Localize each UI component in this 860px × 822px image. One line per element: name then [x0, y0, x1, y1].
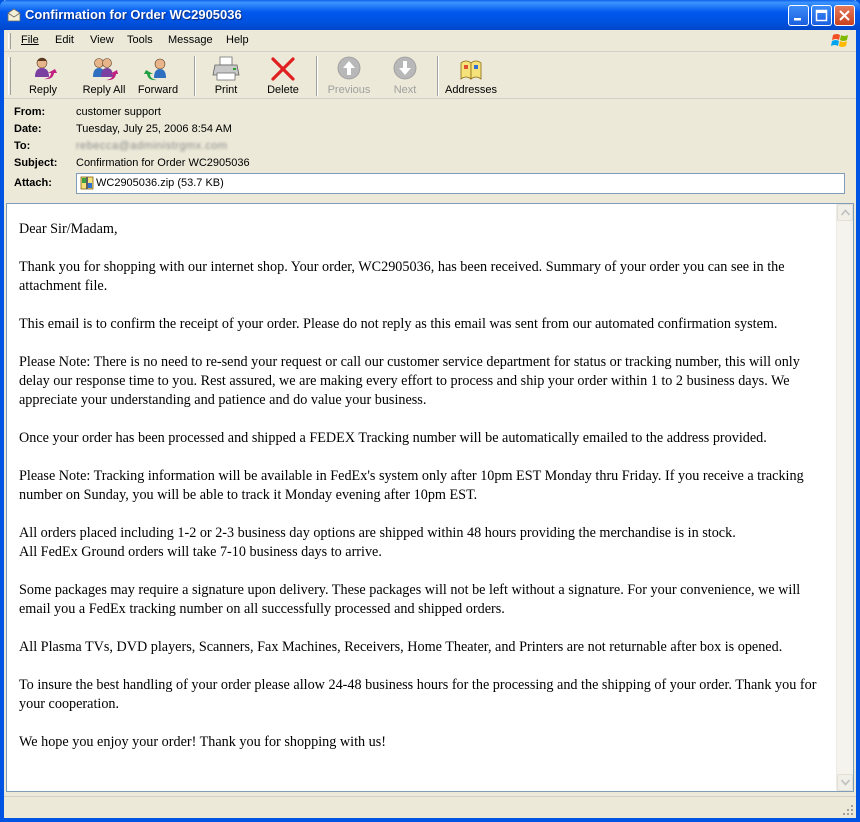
forward-icon — [144, 58, 166, 81]
toolbar-separator — [437, 56, 439, 96]
date-label: Date: — [14, 123, 42, 135]
menu-view[interactable]: View — [90, 34, 114, 46]
menu-view-label: View — [90, 34, 114, 46]
menu-message-label: Message — [168, 34, 213, 46]
delete-label: Delete — [267, 84, 299, 96]
reply-label: Reply — [28, 84, 58, 96]
from-label: From: — [14, 106, 46, 118]
resize-grip-icon[interactable] — [842, 804, 854, 816]
menu-edit-label: Edit — [55, 34, 74, 46]
menu-edit[interactable]: Edit — [55, 34, 74, 46]
message-body: Dear Sir/Madam, Thank you for shopping w… — [19, 220, 825, 771]
body-paragraph: Please Note: Tracking information will b… — [19, 468, 804, 503]
status-bar — [4, 796, 856, 818]
print-label: Print — [214, 84, 238, 96]
address-book-icon — [460, 60, 482, 80]
scroll-up-button[interactable] — [837, 204, 853, 221]
menu-tools-label: Tools — [127, 34, 153, 46]
previous-label: Previous — [327, 84, 371, 96]
body-paragraph: This email is to confirm the receipt of … — [19, 316, 778, 332]
to-label: To: — [14, 140, 31, 152]
message-window: Confirmation for Order WC2905036 File Ed… — [0, 0, 860, 822]
message-body-pane[interactable]: Dear Sir/Madam, Thank you for shopping w… — [6, 203, 854, 792]
delete-x-icon — [271, 57, 295, 81]
arrow-down-icon — [393, 56, 417, 80]
minimize-icon — [794, 18, 801, 21]
message-headers: From: customer support Date: Tuesday, Ju… — [4, 100, 856, 200]
menu-file[interactable]: File — [21, 34, 39, 46]
menu-file-label: File — [21, 34, 39, 46]
mail-envelope-icon — [7, 8, 21, 22]
scroll-down-button[interactable] — [837, 774, 853, 791]
attachment-field[interactable]: WC2905036.zip (53.7 KB) — [76, 173, 845, 194]
print-button[interactable]: Print — [202, 55, 250, 97]
subject-label: Subject: — [14, 157, 58, 169]
close-icon — [839, 10, 850, 21]
scroll-down-arrow-icon — [841, 779, 850, 786]
toolbar: Reply Reply All Forward Print Delete Pre… — [4, 53, 856, 99]
body-paragraph: Once your order has been processed and s… — [19, 430, 767, 446]
minimize-button[interactable] — [788, 5, 809, 26]
body-paragraph: We hope you enjoy your order! Thank you … — [19, 734, 387, 750]
menu-message[interactable]: Message — [168, 34, 213, 46]
printer-icon — [212, 56, 240, 81]
menu-bar: File Edit View Tools Message Help — [4, 30, 856, 52]
windows-logo-icon — [831, 34, 848, 47]
forward-label: Forward — [137, 84, 179, 96]
reply-all-label: Reply All — [82, 84, 126, 96]
subject-value: Confirmation for Order WC2905036 — [76, 157, 250, 169]
title-bar[interactable]: Confirmation for Order WC2905036 — [0, 0, 860, 30]
arrow-up-icon — [337, 56, 361, 80]
menu-tools[interactable]: Tools — [127, 34, 153, 46]
menu-help-label: Help — [226, 34, 249, 46]
scroll-up-arrow-icon — [841, 209, 850, 216]
toolbar-separator — [194, 56, 196, 96]
body-paragraph: To insure the best handling of your orde… — [19, 677, 817, 712]
next-button[interactable]: Next — [382, 55, 428, 97]
addresses-button[interactable]: Addresses — [442, 55, 500, 97]
maximize-button[interactable] — [811, 5, 832, 26]
body-paragraph: Please Note: There is no need to re-send… — [19, 354, 800, 408]
menu-grip[interactable] — [8, 33, 11, 49]
delete-button[interactable]: Delete — [258, 55, 308, 97]
next-label: Next — [393, 84, 417, 96]
toolbar-separator — [316, 56, 318, 96]
reply-button[interactable]: Reply — [18, 55, 68, 97]
reply-all-icon — [93, 58, 118, 81]
to-value: rebecca@administrgmx.com — [76, 140, 228, 152]
attach-label: Attach: — [14, 177, 52, 189]
addresses-label: Addresses — [445, 84, 497, 96]
body-paragraph: Some packages may require a signature up… — [19, 582, 801, 617]
menu-help[interactable]: Help — [226, 34, 249, 46]
window-title: Confirmation for Order WC2905036 — [25, 7, 242, 22]
close-button[interactable] — [834, 5, 855, 26]
zip-file-icon — [80, 176, 94, 190]
maximize-icon — [815, 9, 828, 22]
toolbar-grip[interactable] — [8, 57, 11, 95]
reply-icon — [35, 57, 57, 80]
from-value: customer support — [76, 106, 161, 118]
body-paragraph: All orders placed including 1-2 or 2-3 b… — [19, 525, 736, 560]
body-paragraph: All Plasma TVs, DVD players, Scanners, F… — [19, 639, 783, 655]
body-paragraph: Thank you for shopping with our internet… — [19, 259, 785, 294]
vertical-scrollbar[interactable] — [836, 204, 853, 791]
previous-button[interactable]: Previous — [322, 55, 376, 97]
body-paragraph: Dear Sir/Madam, — [19, 221, 118, 237]
date-value: Tuesday, July 25, 2006 8:54 AM — [76, 123, 232, 135]
forward-button[interactable]: Forward — [134, 55, 182, 97]
reply-all-button[interactable]: Reply All — [75, 55, 133, 97]
attachment-link[interactable]: WC2905036.zip (53.7 KB) — [96, 177, 224, 189]
